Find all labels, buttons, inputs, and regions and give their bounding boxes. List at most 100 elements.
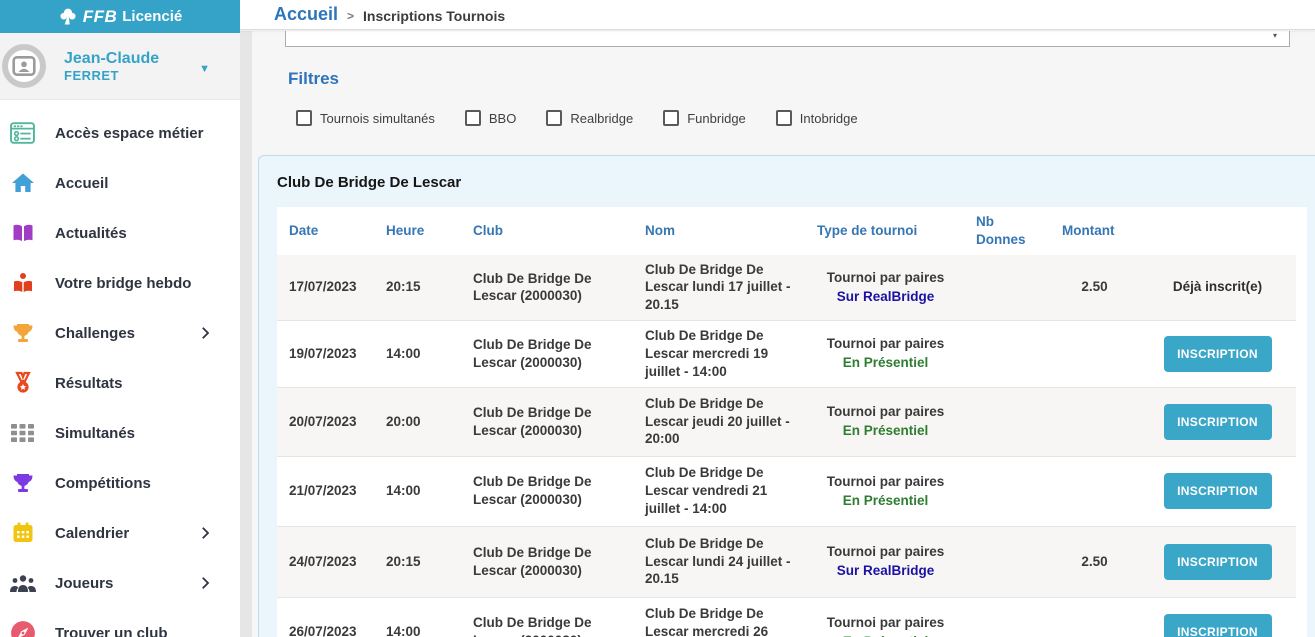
- col-header-date: Date: [277, 207, 374, 255]
- sidebar-item-label: Actualités: [55, 225, 127, 242]
- cell-action: Déjà inscrit(e): [1137, 255, 1296, 320]
- cell-action: INSCRIPTION: [1137, 456, 1296, 526]
- user-dropdown-caret-icon[interactable]: ▼: [199, 63, 210, 75]
- filter-funbridge: Funbridge: [663, 110, 746, 126]
- filter-label: Tournois simultanés: [320, 111, 435, 126]
- checkbox-realbridge[interactable]: [546, 110, 562, 126]
- sidebar-item-label: Accueil: [55, 175, 108, 192]
- breadcrumb-current: Inscriptions Tournois: [363, 8, 505, 24]
- cell-type: Tournoi par paires En Présentiel: [805, 387, 964, 456]
- cell-montant: 2.50: [1050, 255, 1137, 320]
- sidebar-item-joueurs[interactable]: Joueurs: [0, 558, 240, 608]
- filter-realbridge: Realbridge: [546, 110, 633, 126]
- col-header-club: Club: [461, 207, 633, 255]
- cell-type: Tournoi par paires Sur RealBridge: [805, 255, 964, 320]
- cell-club: Club De Bridge De Lescar (2000030): [461, 387, 633, 456]
- users-icon: [8, 570, 37, 596]
- cell-montant: [1050, 320, 1137, 386]
- brand-ffb: FFB: [83, 7, 118, 27]
- cell-action: INSCRIPTION: [1137, 387, 1296, 456]
- col-header-heure: Heure: [374, 207, 461, 255]
- filter-tournois-simultanes: Tournois simultanés: [296, 110, 435, 126]
- club-tournaments-card: Club De Bridge De Lescar Date Heure Club…: [258, 155, 1315, 637]
- sidebar-item-label: Accès espace métier: [55, 125, 203, 142]
- home-icon: [8, 170, 37, 196]
- sidebar-item-label: Compétitions: [55, 475, 151, 492]
- col-header-montant: Montant: [1050, 207, 1137, 255]
- sidebar-item-trouver-un-club[interactable]: Trouver un club: [0, 608, 240, 637]
- brand-suffix: Licencié: [122, 8, 182, 25]
- filter-label: Intobridge: [800, 111, 858, 126]
- cell-nom: Club De Bridge De Lescar jeudi 20 juille…: [633, 387, 805, 456]
- main-content: ▾ Filtres Tournois simultanés BBO Realbr…: [240, 31, 1315, 637]
- col-header-nb-donnes: Nb Donnes: [964, 207, 1050, 255]
- cell-nb-donnes: [964, 456, 1050, 526]
- cell-nb-donnes: [964, 255, 1050, 320]
- filter-label: Funbridge: [687, 111, 746, 126]
- sidebar: FFB Licencié Jean-Claude FERRET ▼: [0, 0, 240, 637]
- cell-nom: Club De Bridge De Lescar mercredi 19 jui…: [633, 320, 805, 386]
- tournament-mode: Sur RealBridge: [837, 562, 935, 580]
- cell-type: Tournoi par paires Sur RealBridge: [805, 526, 964, 597]
- cell-date: 17/07/2023: [277, 255, 374, 320]
- cell-nom: Club De Bridge De Lescar vendredi 21 jui…: [633, 456, 805, 526]
- sidebar-brand-header: FFB Licencié: [0, 0, 240, 33]
- cell-action: INSCRIPTION: [1137, 320, 1296, 386]
- breadcrumb-home-link[interactable]: Accueil: [274, 4, 338, 25]
- cell-nb-donnes: [964, 597, 1050, 637]
- sidebar-item-accueil[interactable]: Accueil: [0, 158, 240, 208]
- filters-row: Tournois simultanés BBO Realbridge Funbr…: [296, 110, 858, 126]
- cell-action: INSCRIPTION: [1137, 597, 1296, 637]
- sidebar-item-resultats[interactable]: Résultats: [0, 358, 240, 408]
- select-caret-icon: ▾: [1273, 31, 1277, 40]
- inscription-button[interactable]: INSCRIPTION: [1164, 336, 1272, 372]
- id-card-icon: [11, 53, 37, 79]
- cell-date: 24/07/2023: [277, 526, 374, 597]
- sidebar-item-competitions[interactable]: Compétitions: [0, 458, 240, 508]
- cell-date: 21/07/2023: [277, 456, 374, 526]
- inscription-button[interactable]: INSCRIPTION: [1164, 404, 1272, 440]
- sidebar-item-actualites[interactable]: Actualités: [0, 208, 240, 258]
- breadcrumb-separator: >: [347, 9, 354, 23]
- checkbox-tournois-simultanes[interactable]: [296, 110, 312, 126]
- sidebar-item-calendrier[interactable]: Calendrier: [0, 508, 240, 558]
- inscription-button[interactable]: INSCRIPTION: [1164, 544, 1272, 580]
- inscription-button[interactable]: INSCRIPTION: [1164, 473, 1272, 509]
- club-select-input[interactable]: ▾: [285, 31, 1290, 47]
- inscription-button[interactable]: INSCRIPTION: [1164, 614, 1272, 637]
- sidebar-item-challenges[interactable]: Challenges: [0, 308, 240, 358]
- sidebar-item-votre-bridge-hebdo[interactable]: Votre bridge hebdo: [0, 258, 240, 308]
- workspace-icon: [8, 120, 37, 146]
- checkbox-intobridge[interactable]: [776, 110, 792, 126]
- cell-heure: 20:15: [374, 526, 461, 597]
- cell-nb-donnes: [964, 526, 1050, 597]
- cell-type: Tournoi par paires En Présentiel: [805, 456, 964, 526]
- tournaments-table: Date Heure Club Nom Type de tournoi Nb D…: [277, 207, 1307, 637]
- col-header-action: [1137, 207, 1296, 255]
- cell-montant: [1050, 387, 1137, 456]
- checkbox-bbo[interactable]: [465, 110, 481, 126]
- cell-nb-donnes: [964, 387, 1050, 456]
- cell-heure: 14:00: [374, 456, 461, 526]
- filter-label: Realbridge: [570, 111, 633, 126]
- cell-club: Club De Bridge De Lescar (2000030): [461, 597, 633, 637]
- chevron-right-icon: [196, 524, 214, 542]
- sidebar-item-acces-espace-metier[interactable]: Accès espace métier: [0, 108, 240, 158]
- cell-montant: [1050, 456, 1137, 526]
- cell-heure: 20:15: [374, 255, 461, 320]
- filter-label: BBO: [489, 111, 516, 126]
- checkbox-funbridge[interactable]: [663, 110, 679, 126]
- user-profile[interactable]: Jean-Claude FERRET ▼: [0, 33, 240, 100]
- cell-heure: 20:00: [374, 387, 461, 456]
- sidebar-item-label: Résultats: [55, 375, 123, 392]
- avatar: [2, 44, 46, 88]
- cell-montant: [1050, 597, 1137, 637]
- sidebar-item-simultanes[interactable]: Simultanés: [0, 408, 240, 458]
- calendar-icon: [8, 520, 37, 546]
- cell-club: Club De Bridge De Lescar (2000030): [461, 456, 633, 526]
- cell-club: Club De Bridge De Lescar (2000030): [461, 320, 633, 386]
- cell-heure: 14:00: [374, 597, 461, 637]
- cell-date: 26/07/2023: [277, 597, 374, 637]
- filter-bbo: BBO: [465, 110, 516, 126]
- content-gutter: [240, 31, 252, 637]
